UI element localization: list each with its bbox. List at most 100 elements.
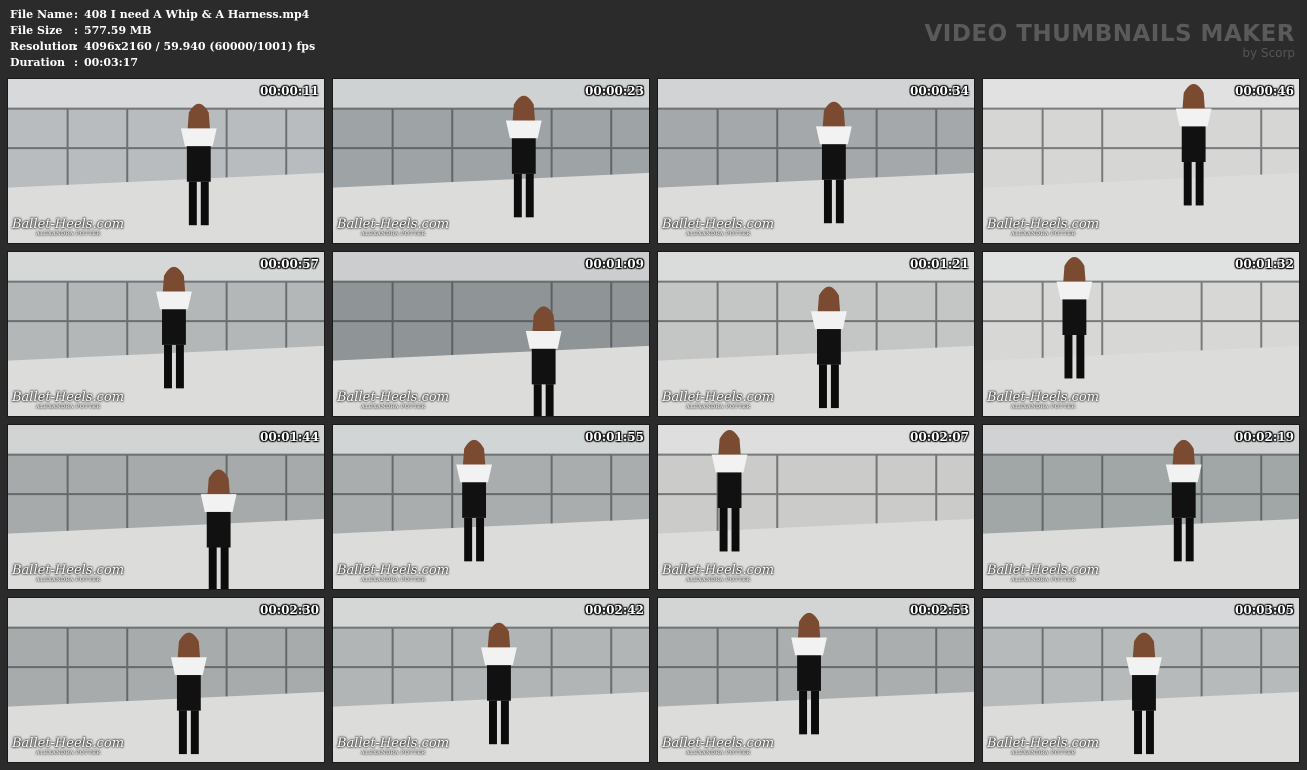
duration-value: 00:03:17 [84,56,139,69]
duration-sep: : [74,56,79,69]
watermark-main: Ballet-Heels.com [662,563,775,578]
watermark-sub: ALEXANDRA POTTER [361,750,426,756]
video-thumbnail[interactable]: 00:00:23 Ballet-Heels.com ALEXANDRA POTTER [332,78,650,244]
thumbnail-timestamp: 00:02:19 [1235,430,1294,444]
watermark-sub: ALEXANDRA POTTER [361,577,426,583]
thumbnail-watermark: Ballet-Heels.com ALEXANDRA POTTER [12,390,125,411]
file-info: File Name : 408 I need A Whip & A Harnes… [10,7,315,71]
watermark-main: Ballet-Heels.com [337,563,450,578]
file-name-value: 408 I need A Whip & A Harness.mp4 [84,8,310,21]
thumbnail-timestamp: 00:01:55 [585,430,644,444]
watermark-sub: ALEXANDRA POTTER [686,750,751,756]
thumbnail-timestamp: 00:01:44 [260,430,319,444]
watermark-sub: ALEXANDRA POTTER [36,404,101,410]
watermark-main: Ballet-Heels.com [337,390,450,405]
watermark-main: Ballet-Heels.com [987,563,1100,578]
video-thumbnail[interactable]: 00:02:19 Ballet-Heels.com ALEXANDRA POTTER [982,424,1300,590]
file-name-row: File Name : 408 I need A Whip & A Harnes… [10,7,315,23]
file-name-label: File Name [10,8,73,21]
thumbnail-timestamp: 00:03:05 [1235,603,1294,617]
thumbnail-watermark: Ballet-Heels.com ALEXANDRA POTTER [337,736,450,757]
brand-subtitle: by Scorp [1242,46,1295,60]
thumbnail-timestamp: 00:01:09 [585,257,644,271]
file-size-row: File Size : 577.59 MB [10,23,315,39]
watermark-main: Ballet-Heels.com [337,217,450,232]
resolution-label: Resolution [10,40,77,53]
watermark-sub: ALEXANDRA POTTER [1011,231,1076,237]
thumbnail-watermark: Ballet-Heels.com ALEXANDRA POTTER [987,217,1100,238]
video-thumbnail[interactable]: 00:00:34 Ballet-Heels.com ALEXANDRA POTTER [657,78,975,244]
video-thumbnail[interactable]: 00:00:46 Ballet-Heels.com ALEXANDRA POTTER [982,78,1300,244]
video-thumbnail[interactable]: 00:01:55 Ballet-Heels.com ALEXANDRA POTTER [332,424,650,590]
watermark-sub: ALEXANDRA POTTER [1011,577,1076,583]
thumbnail-watermark: Ballet-Heels.com ALEXANDRA POTTER [12,736,125,757]
thumbnail-grid: 00:00:11 Ballet-Heels.com ALEXANDRA POTTER… [7,78,1300,763]
watermark-sub: ALEXANDRA POTTER [1011,404,1076,410]
video-thumbnail[interactable]: 00:02:30 Ballet-Heels.com ALEXANDRA POTTER [7,597,325,763]
brand-title: VIDEO THUMBNAILS MAKER [924,21,1295,47]
thumbnail-timestamp: 00:01:32 [1235,257,1294,271]
watermark-sub: ALEXANDRA POTTER [1011,750,1076,756]
thumbnail-timestamp: 00:02:53 [910,603,969,617]
watermark-main: Ballet-Heels.com [12,563,125,578]
watermark-main: Ballet-Heels.com [662,390,775,405]
video-thumbnail[interactable]: 00:02:07 Ballet-Heels.com ALEXANDRA POTTER [657,424,975,590]
video-thumbnail[interactable]: 00:00:57 Ballet-Heels.com ALEXANDRA POTTER [7,251,325,417]
video-thumbnail[interactable]: 00:03:05 Ballet-Heels.com ALEXANDRA POTTER [982,597,1300,763]
thumbnail-timestamp: 00:02:07 [910,430,969,444]
file-size-value: 577.59 MB [84,24,152,37]
thumbnail-timestamp: 00:00:57 [260,257,319,271]
video-thumbnail[interactable]: 00:01:44 Ballet-Heels.com ALEXANDRA POTTER [7,424,325,590]
video-thumbnail[interactable]: 00:02:42 Ballet-Heels.com ALEXANDRA POTTER [332,597,650,763]
watermark-sub: ALEXANDRA POTTER [361,231,426,237]
watermark-sub: ALEXANDRA POTTER [36,750,101,756]
thumbnail-timestamp: 00:02:30 [260,603,319,617]
watermark-main: Ballet-Heels.com [12,736,125,751]
thumbnail-watermark: Ballet-Heels.com ALEXANDRA POTTER [12,217,125,238]
thumbnail-watermark: Ballet-Heels.com ALEXANDRA POTTER [337,217,450,238]
resolution-value: 4096x2160 / 59.940 (60000/1001) fps [84,40,316,53]
file-name-sep: : [74,8,79,21]
duration-label: Duration [10,56,66,69]
file-size-label: File Size [10,24,63,37]
thumbnail-timestamp: 00:01:21 [910,257,969,271]
watermark-main: Ballet-Heels.com [12,217,125,232]
watermark-sub: ALEXANDRA POTTER [361,404,426,410]
duration-row: Duration : 00:03:17 [10,55,315,71]
brand-logo: VIDEO THUMBNAILS MAKER by Scorp [924,21,1295,60]
thumbnail-watermark: Ballet-Heels.com ALEXANDRA POTTER [662,563,775,584]
thumbnail-timestamp: 00:00:11 [260,84,319,98]
watermark-main: Ballet-Heels.com [987,217,1100,232]
thumbnail-watermark: Ballet-Heels.com ALEXANDRA POTTER [12,563,125,584]
video-thumbnail[interactable]: 00:01:21 Ballet-Heels.com ALEXANDRA POTTER [657,251,975,417]
watermark-main: Ballet-Heels.com [337,736,450,751]
thumbnail-timestamp: 00:02:42 [585,603,644,617]
video-thumbnail[interactable]: 00:01:09 Ballet-Heels.com ALEXANDRA POTTER [332,251,650,417]
watermark-sub: ALEXANDRA POTTER [36,577,101,583]
thumbnail-timestamp: 00:00:23 [585,84,644,98]
thumbnail-timestamp: 00:00:34 [910,84,969,98]
thumbnail-watermark: Ballet-Heels.com ALEXANDRA POTTER [987,563,1100,584]
thumbnail-watermark: Ballet-Heels.com ALEXANDRA POTTER [987,390,1100,411]
resolution-sep: : [74,40,79,53]
watermark-main: Ballet-Heels.com [987,390,1100,405]
thumbnail-watermark: Ballet-Heels.com ALEXANDRA POTTER [662,736,775,757]
resolution-row: Resolution : 4096x2160 / 59.940 (60000/1… [10,39,315,55]
watermark-main: Ballet-Heels.com [987,736,1100,751]
video-thumbnail[interactable]: 00:00:11 Ballet-Heels.com ALEXANDRA POTTER [7,78,325,244]
watermark-sub: ALEXANDRA POTTER [686,577,751,583]
watermark-main: Ballet-Heels.com [662,217,775,232]
thumbnail-watermark: Ballet-Heels.com ALEXANDRA POTTER [662,390,775,411]
file-size-sep: : [74,24,79,37]
thumbnail-watermark: Ballet-Heels.com ALEXANDRA POTTER [662,217,775,238]
thumbnail-watermark: Ballet-Heels.com ALEXANDRA POTTER [337,563,450,584]
video-thumbnail[interactable]: 00:02:53 Ballet-Heels.com ALEXANDRA POTTER [657,597,975,763]
video-thumbnail[interactable]: 00:01:32 Ballet-Heels.com ALEXANDRA POTTER [982,251,1300,417]
watermark-sub: ALEXANDRA POTTER [686,231,751,237]
thumbnail-timestamp: 00:00:46 [1235,84,1294,98]
watermark-main: Ballet-Heels.com [12,390,125,405]
watermark-sub: ALEXANDRA POTTER [36,231,101,237]
watermark-main: Ballet-Heels.com [662,736,775,751]
watermark-sub: ALEXANDRA POTTER [686,404,751,410]
thumbnail-watermark: Ballet-Heels.com ALEXANDRA POTTER [987,736,1100,757]
